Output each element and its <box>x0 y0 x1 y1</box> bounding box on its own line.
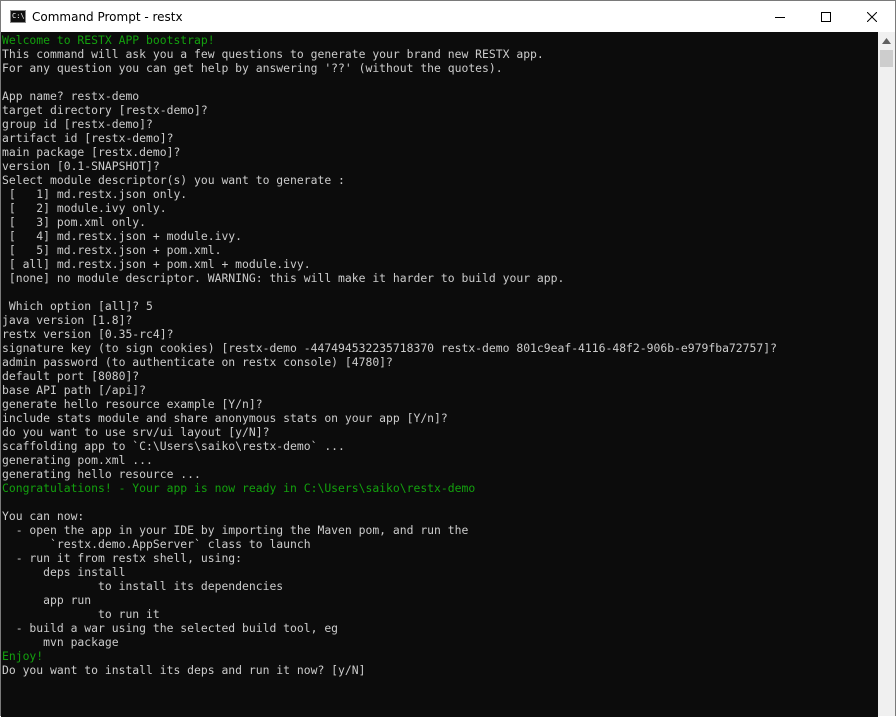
console-line: to run it <box>2 607 878 621</box>
scrollbar-thumb[interactable] <box>880 50 893 67</box>
cmd-icon-text: C:\ <box>12 11 25 22</box>
console-line: App name? restx-demo <box>2 89 878 103</box>
console-line: [none] no module descriptor. WARNING: th… <box>2 271 878 285</box>
console-output: Welcome to RESTX APP bootstrap!This comm… <box>1 32 878 677</box>
console-line: Congratulations! - Your app is now ready… <box>2 481 878 495</box>
console-line <box>2 495 878 509</box>
window-controls <box>757 1 895 32</box>
console-line: artifact id [restx-demo]? <box>2 131 878 145</box>
console-line: Welcome to RESTX APP bootstrap! <box>2 33 878 47</box>
console-line: include stats module and share anonymous… <box>2 411 878 425</box>
console-line: `restx.demo.AppServer` class to launch <box>2 537 878 551</box>
console-line: Do you want to install its deps and run … <box>2 663 878 677</box>
console-line: - build a war using the selected build t… <box>2 621 878 635</box>
console-area[interactable]: Welcome to RESTX APP bootstrap!This comm… <box>1 32 878 717</box>
console-line: do you want to use srv/ui layout [y/N]? <box>2 425 878 439</box>
window-title: Command Prompt - restx <box>32 10 183 24</box>
console-line: app run <box>2 593 878 607</box>
console-line: group id [restx-demo]? <box>2 117 878 131</box>
console-line: Select module descriptor(s) you want to … <box>2 173 878 187</box>
title-bar[interactable]: C:\ Command Prompt - restx <box>1 1 895 32</box>
cmd-icon[interactable]: C:\ <box>10 10 26 23</box>
console-line <box>2 75 878 89</box>
console-line: base API path [/api]? <box>2 383 878 397</box>
console-line: admin password (to authenticate on restx… <box>2 355 878 369</box>
console-line: [ 2] module.ivy only. <box>2 201 878 215</box>
minimize-icon <box>775 12 785 22</box>
console-line: Which option [all]? 5 <box>2 299 878 313</box>
console-line: java version [1.8]? <box>2 313 878 327</box>
console-line: [ all] md.restx.json + pom.xml + module.… <box>2 257 878 271</box>
chevron-up-icon <box>882 38 891 44</box>
console-line: generating hello resource ... <box>2 467 878 481</box>
console-line: to install its dependencies <box>2 579 878 593</box>
scroll-up-button[interactable] <box>878 32 895 49</box>
console-line <box>2 285 878 299</box>
console-line: deps install <box>2 565 878 579</box>
command-prompt-window: C:\ Command Prompt - restx Welcome to RE… <box>0 0 896 716</box>
console-line: generate hello resource example [Y/n]? <box>2 397 878 411</box>
console-line: signature key (to sign cookies) [restx-d… <box>2 341 878 355</box>
console-line: [ 3] pom.xml only. <box>2 215 878 229</box>
console-line: - open the app in your IDE by importing … <box>2 523 878 537</box>
console-line: generating pom.xml ... <box>2 453 878 467</box>
console-line: [ 1] md.restx.json only. <box>2 187 878 201</box>
console-line: mvn package <box>2 635 878 649</box>
console-line: Enjoy! <box>2 649 878 663</box>
minimize-button[interactable] <box>757 1 803 32</box>
console-line: version [0.1-SNAPSHOT]? <box>2 159 878 173</box>
close-button[interactable] <box>849 1 895 32</box>
console-line: [ 4] md.restx.json + module.ivy. <box>2 229 878 243</box>
console-line: [ 5] md.restx.json + pom.xml. <box>2 243 878 257</box>
console-line: main package [restx.demo]? <box>2 145 878 159</box>
console-line: target directory [restx-demo]? <box>2 103 878 117</box>
console-line: This command will ask you a few question… <box>2 47 878 61</box>
console-line: You can now: <box>2 509 878 523</box>
maximize-icon <box>821 12 831 22</box>
console-line: For any question you can get help by ans… <box>2 61 878 75</box>
close-icon <box>867 12 877 22</box>
vertical-scrollbar[interactable] <box>878 32 895 716</box>
console-line: - run it from restx shell, using: <box>2 551 878 565</box>
maximize-button[interactable] <box>803 1 849 32</box>
console-line: default port [8080]? <box>2 369 878 383</box>
console-line: restx version [0.35-rc4]? <box>2 327 878 341</box>
console-line: scaffolding app to `C:\Users\saiko\restx… <box>2 439 878 453</box>
